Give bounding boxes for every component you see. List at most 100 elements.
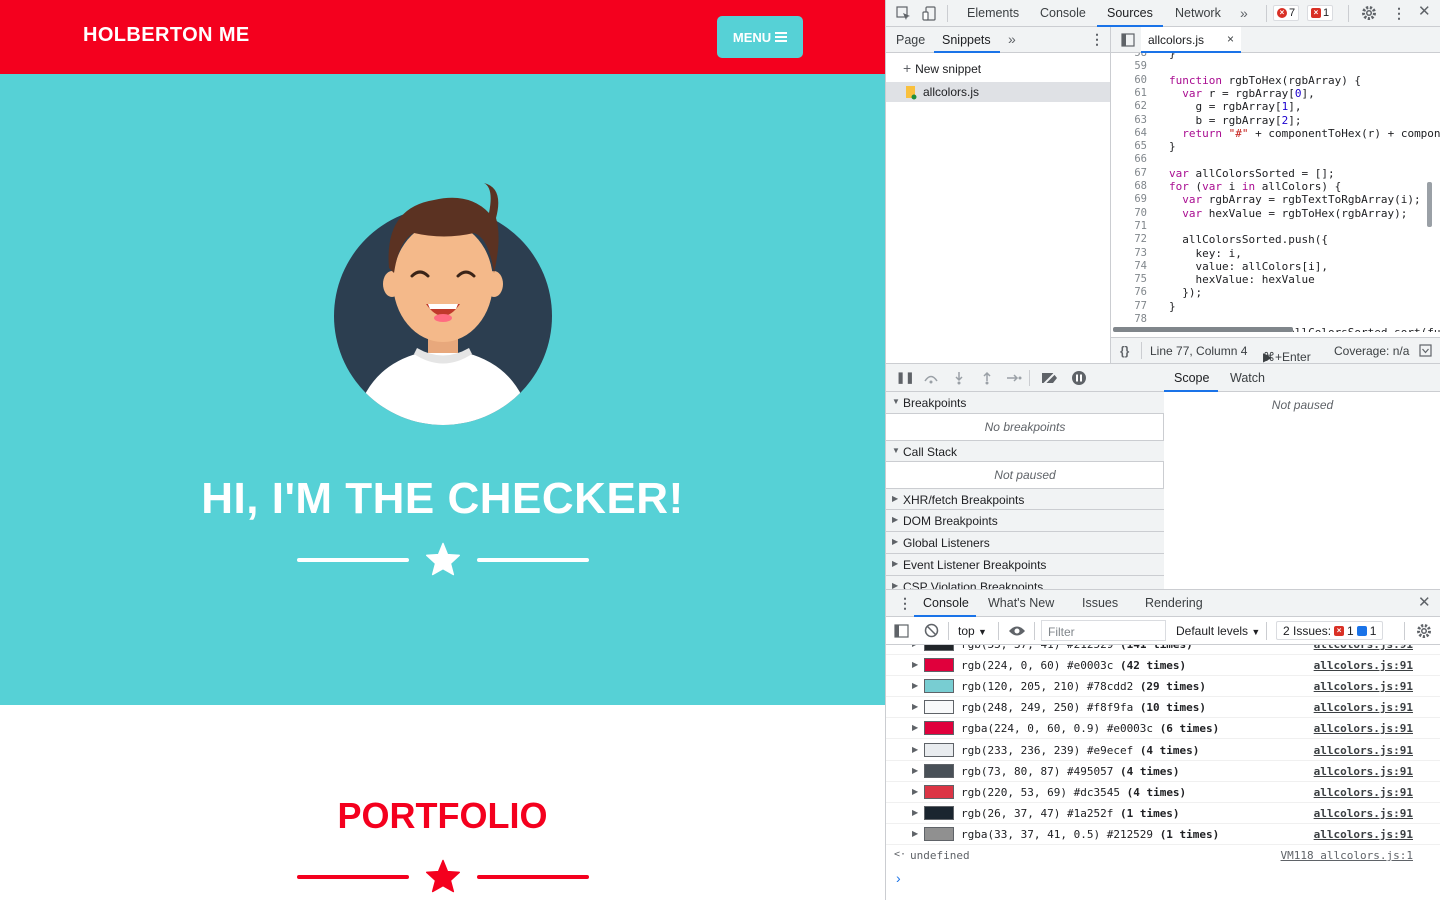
pretty-print-icon[interactable]: {} — [1120, 344, 1129, 358]
kebab-menu-icon[interactable]: ⋮ — [1392, 6, 1406, 20]
console-filter-input[interactable]: Filter — [1041, 620, 1166, 641]
tab-watch[interactable]: Watch — [1230, 371, 1265, 385]
code-line[interactable]: function rgbToHex(rgbArray) { — [1169, 74, 1361, 87]
console-log-row[interactable]: ▶ rgb(248, 249, 250) #f8f9fa (10 times) al… — [886, 697, 1440, 719]
log-source-link[interactable]: allcolors.js:91 — [1314, 722, 1413, 735]
expand-triangle-icon[interactable]: ▶ — [912, 723, 918, 732]
errors-badge[interactable]: × 1 — [1307, 5, 1334, 21]
step-over-icon[interactable] — [923, 372, 939, 384]
line-number[interactable]: 77 — [1111, 300, 1147, 312]
line-number[interactable]: 68 — [1111, 180, 1147, 192]
log-source-link[interactable]: allcolors.js:91 — [1314, 680, 1413, 693]
code-line[interactable]: b = rgbArray[2]; — [1169, 114, 1301, 127]
code-line[interactable]: }); — [1169, 286, 1202, 299]
tab-sources[interactable]: Sources — [1107, 6, 1153, 20]
tab-console-drawer[interactable]: Console — [923, 596, 969, 610]
log-source-link[interactable]: allcolors.js:91 — [1314, 701, 1413, 714]
code-line[interactable]: for (var i in allColors) { — [1169, 180, 1341, 193]
line-number[interactable]: 60 — [1111, 74, 1147, 86]
line-number[interactable]: 63 — [1111, 114, 1147, 126]
close-devtools-icon[interactable]: ✕ — [1418, 4, 1431, 19]
log-source-link[interactable]: allcolors.js:91 — [1314, 786, 1413, 799]
code-line[interactable]: g = rgbArray[1], — [1169, 100, 1301, 113]
gear-icon[interactable] — [1361, 5, 1377, 21]
line-number[interactable]: 72 — [1111, 233, 1147, 245]
step-out-icon[interactable] — [982, 371, 992, 385]
console-log-row[interactable]: ▶ rgb(233, 236, 239) #e9ecef (4 times) all… — [886, 740, 1440, 761]
pause-icon[interactable]: ❚❚ — [896, 371, 914, 385]
log-source-link[interactable]: allcolors.js:91 — [1314, 645, 1413, 651]
console-prompt[interactable]: › — [896, 870, 901, 886]
call-stack-pane-header[interactable]: ▼ Call Stack — [886, 440, 1164, 462]
kebab-menu-icon[interactable]: ⋮ — [898, 596, 912, 610]
code-line[interactable]: } — [1169, 300, 1176, 313]
device-toolbar-icon[interactable] — [922, 6, 936, 21]
eye-icon[interactable] — [1008, 625, 1026, 637]
breakpoints-pane-header[interactable]: ▼ Breakpoints — [886, 392, 1164, 414]
dom-breakpoints-pane-header[interactable]: ▶ DOM Breakpoints — [886, 510, 1164, 532]
clear-console-icon[interactable] — [924, 623, 939, 638]
console-log-row[interactable]: ▶ rgb(120, 205, 210) #78cdd2 (29 times) al… — [886, 676, 1440, 698]
event-listener-breakpoints-pane-header[interactable]: ▶ Event Listener Breakpoints — [886, 554, 1164, 576]
expand-triangle-icon[interactable]: ▶ — [912, 702, 918, 711]
toggle-navigator-icon[interactable] — [1121, 33, 1135, 47]
site-brand[interactable]: HOLBERTON ME — [83, 24, 250, 47]
code-line[interactable]: allColorsSorted.push({ — [1169, 233, 1328, 246]
tab-page[interactable]: Page — [896, 33, 925, 47]
expand-triangle-icon[interactable]: ▶ — [912, 660, 918, 669]
expand-triangle-icon[interactable]: ▶ — [912, 645, 918, 648]
line-number[interactable]: 59 — [1111, 60, 1147, 72]
console-log-row[interactable]: ▶ rgb(26, 37, 47) #1a252f (1 times) allcol… — [886, 803, 1440, 824]
console-log-row[interactable]: ▶ rgb(224, 0, 60) #e0003c (42 times) allco… — [886, 655, 1440, 677]
line-number[interactable]: 69 — [1111, 193, 1147, 205]
global-listeners-pane-header[interactable]: ▶ Global Listeners — [886, 532, 1164, 554]
line-number[interactable]: 65 — [1111, 140, 1147, 152]
tab-console[interactable]: Console — [1040, 6, 1086, 20]
more-tabs-icon[interactable]: » — [1008, 32, 1016, 46]
tab-snippets[interactable]: Snippets — [942, 33, 991, 47]
close-tab-icon[interactable]: × — [1227, 32, 1234, 46]
editor-file-tab[interactable]: allcolors.js × — [1141, 27, 1241, 53]
log-source-link[interactable]: allcolors.js:91 — [1314, 659, 1413, 672]
expand-triangle-icon[interactable]: ▶ — [912, 745, 918, 754]
xhr-breakpoints-pane-header[interactable]: ▶ XHR/fetch Breakpoints — [886, 488, 1164, 510]
expand-triangle-icon[interactable]: ▶ — [912, 766, 918, 775]
more-tabs-icon[interactable]: » — [1240, 6, 1248, 20]
issues-counter[interactable]: 2 Issues: × 1 1 — [1276, 621, 1384, 640]
line-number[interactable]: 64 — [1111, 127, 1147, 139]
step-icon[interactable] — [1006, 373, 1022, 383]
console-log-row[interactable]: ▶ rgb(220, 53, 69) #dc3545 (4 times) allco… — [886, 782, 1440, 803]
tab-rendering[interactable]: Rendering — [1145, 596, 1203, 610]
console-log-row[interactable]: ▶ rgb(73, 80, 87) #495057 (4 times) allcol… — [886, 761, 1440, 782]
console-log-row[interactable]: ▶ rgb(33, 37, 41) #212529 (141 times) allc… — [886, 645, 1440, 655]
code-line[interactable]: key: i, — [1169, 247, 1241, 260]
console-result-source[interactable]: VM118 allcolors.js:1 — [1281, 849, 1413, 862]
tab-elements[interactable]: Elements — [967, 6, 1019, 20]
line-number[interactable]: 67 — [1111, 167, 1147, 179]
new-snippet-button[interactable]: + New snippet — [903, 60, 981, 76]
tab-issues[interactable]: Issues — [1082, 596, 1118, 610]
line-number[interactable]: 73 — [1111, 247, 1147, 259]
code-line[interactable]: } — [1169, 140, 1176, 153]
toggle-drawer-icon[interactable] — [1419, 344, 1432, 357]
log-source-link[interactable]: allcolors.js:91 — [1314, 828, 1413, 841]
line-number[interactable]: 62 — [1111, 100, 1147, 112]
tab-scope[interactable]: Scope — [1174, 371, 1209, 385]
console-log-row[interactable]: ▶ rgba(33, 37, 41, 0.5) #212529 (1 times)… — [886, 824, 1440, 845]
kebab-menu-icon[interactable]: ⋮ — [1090, 32, 1104, 46]
line-number[interactable]: 61 — [1111, 87, 1147, 99]
tab-network[interactable]: Network — [1175, 6, 1221, 20]
show-sidebar-icon[interactable] — [894, 624, 909, 638]
snippet-file-item[interactable]: allcolors.js — [886, 82, 1110, 102]
line-number[interactable]: 58 — [1111, 53, 1147, 59]
deactivate-breakpoints-icon[interactable] — [1041, 371, 1059, 385]
code-line[interactable]: var r = rgbArray[0], — [1169, 87, 1314, 100]
log-source-link[interactable]: allcolors.js:91 — [1314, 744, 1413, 757]
code-line[interactable]: } — [1169, 53, 1176, 60]
pause-on-exceptions-icon[interactable] — [1071, 370, 1087, 386]
console-log-row[interactable]: ▶ rgba(224, 0, 60, 0.9) #e0003c (6 times)… — [886, 718, 1440, 740]
line-number[interactable]: 78 — [1111, 313, 1147, 325]
expand-triangle-icon[interactable]: ▶ — [912, 681, 918, 690]
line-number[interactable]: 70 — [1111, 207, 1147, 219]
log-source-link[interactable]: allcolors.js:91 — [1314, 765, 1413, 778]
